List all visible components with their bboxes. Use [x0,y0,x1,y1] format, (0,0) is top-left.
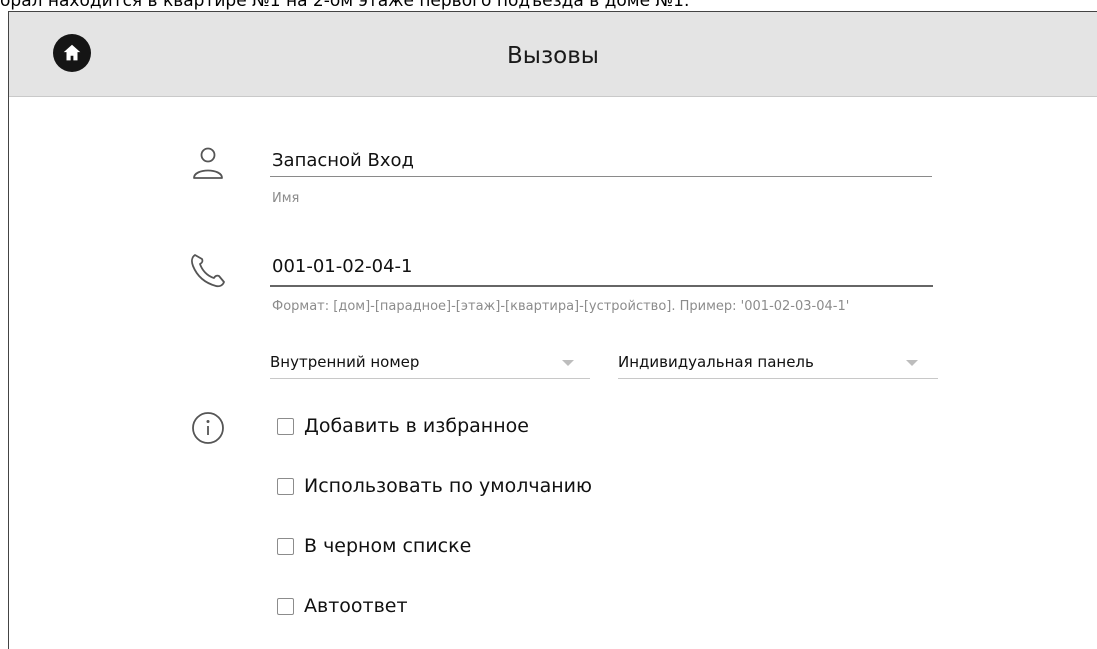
page-title: Вызовы [507,43,599,69]
chevron-down-icon [906,360,918,366]
number-type-select[interactable]: Внутренний номер [270,349,590,379]
device-type-select-value: Индивидуальная панель [618,353,814,371]
home-icon [63,44,81,61]
name-input[interactable]: Запасной Вход [272,150,414,171]
favorite-checkbox[interactable] [277,417,294,435]
name-input-underline [270,176,932,177]
top-bar: Вызовы [9,12,1097,97]
screen-frame [8,11,1097,649]
default-label: Использовать по умолчанию [304,475,592,497]
option-favorite[interactable]: Добавить в избранное [277,414,529,438]
home-button[interactable] [53,34,91,72]
person-icon [193,147,223,179]
blacklist-label: В черном списке [304,535,472,557]
device-type-select[interactable]: Индивидуальная панель [618,349,938,379]
chevron-down-icon [562,360,574,366]
default-checkbox[interactable] [277,477,294,495]
number-format-hint: Формат: [дом]-[парадное]-[этаж]-[квартир… [272,299,850,314]
page-caption: орал находится в квартире №1 на 2-ом эта… [0,0,690,11]
info-icon [192,412,224,444]
favorite-label: Добавить в избранное [304,415,529,437]
option-blacklist[interactable]: В черном списке [277,534,471,558]
number-input[interactable]: 001-01-02-04-1 [272,256,413,277]
option-default[interactable]: Использовать по умолчанию [277,474,592,498]
blacklist-checkbox[interactable] [277,537,294,555]
number-type-select-value: Внутренний номер [270,353,420,371]
name-hint: Имя [272,191,300,206]
autoanswer-checkbox[interactable] [277,597,294,615]
autoanswer-label: Автоответ [304,595,408,617]
number-input-underline [270,285,933,287]
phone-icon [191,254,225,288]
option-autoanswer[interactable]: Автоответ [277,594,408,618]
